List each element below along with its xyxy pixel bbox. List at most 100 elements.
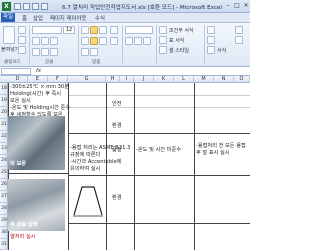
- format-label[interactable]: 서식: [217, 47, 226, 54]
- cell-quality-note[interactable]: 후 잘 표시 실시: [196, 150, 230, 157]
- excel-icon[interactable]: X: [2, 2, 11, 11]
- column-header[interactable]: O: [234, 76, 250, 83]
- conditional-format-icon[interactable]: [159, 26, 167, 34]
- category-environment[interactable]: 환경: [112, 195, 122, 202]
- row-header[interactable]: 27: [0, 191, 8, 203]
- row-header[interactable]: 18: [0, 83, 8, 95]
- autosum-icon[interactable]: [235, 26, 243, 34]
- font-name-select[interactable]: [32, 26, 62, 34]
- align-right-icon[interactable]: [99, 37, 107, 45]
- quick-access-dropdown-icon[interactable]: [41, 3, 48, 10]
- tab-insert[interactable]: 삽입: [33, 14, 43, 22]
- alignment-group-label: 맞춤: [92, 60, 101, 65]
- bold-icon[interactable]: [32, 37, 40, 45]
- column-header[interactable]: H: [106, 76, 120, 83]
- minimize-button[interactable]: –: [224, 2, 232, 10]
- cell-quality-note[interactable]: -온도 및 시간 미준수: [136, 147, 181, 154]
- row-header[interactable]: 24: [0, 155, 8, 167]
- cell-quality-note[interactable]: -용접처리 전 모든 용접: [196, 143, 246, 150]
- column-header[interactable]: G: [68, 76, 106, 83]
- indent-increase-icon[interactable]: [90, 48, 98, 56]
- row-header[interactable]: 21: [0, 119, 8, 131]
- save-icon[interactable]: [14, 3, 21, 10]
- wrap-text-icon[interactable]: [110, 26, 118, 34]
- number-format-select[interactable]: [125, 26, 153, 34]
- cell-instruction[interactable]: 유의하여 실시: [70, 166, 100, 173]
- column-header[interactable]: I: [120, 76, 134, 83]
- merge-center-icon[interactable]: [110, 37, 118, 45]
- currency-icon[interactable]: [125, 37, 133, 45]
- sort-filter-icon[interactable]: [235, 36, 243, 44]
- font-size-select[interactable]: 12: [63, 26, 75, 34]
- column-header[interactable]: N: [214, 76, 234, 83]
- format-cells-icon[interactable]: [207, 46, 215, 54]
- italic-icon[interactable]: [41, 37, 49, 45]
- font-color-icon[interactable]: [50, 48, 58, 56]
- fill-color-icon[interactable]: [41, 48, 49, 56]
- table-format-label[interactable]: 표 서식: [169, 37, 184, 44]
- align-bottom-icon[interactable]: [99, 26, 107, 34]
- cell-instruction[interactable]: 보온 실시: [10, 98, 31, 105]
- column-header[interactable]: L: [174, 76, 194, 83]
- name-box[interactable]: [1, 68, 31, 75]
- indent-decrease-icon[interactable]: [81, 48, 89, 56]
- row-header[interactable]: 30: [0, 227, 8, 239]
- align-top-icon[interactable]: [81, 26, 89, 34]
- category-environment[interactable]: 환경: [112, 123, 122, 130]
- tab-formulas[interactable]: 수식: [95, 14, 105, 22]
- maximize-button[interactable]: □: [233, 2, 241, 10]
- tab-page-layout[interactable]: 페이지 레이아웃: [50, 14, 86, 22]
- column-header[interactable]: F: [48, 76, 68, 83]
- copy-icon[interactable]: [18, 36, 26, 44]
- cell-instruction[interactable]: 규정에 따른다: [70, 152, 100, 159]
- table-border: [106, 83, 107, 250]
- group-separator: [29, 25, 30, 64]
- close-button[interactable]: ×: [242, 2, 250, 10]
- align-center-icon[interactable]: [90, 37, 98, 45]
- row-header[interactable]: 31: [0, 239, 8, 250]
- column-header[interactable]: E: [28, 76, 48, 83]
- cell-style-label[interactable]: 셀 스타일: [169, 47, 189, 54]
- row-header[interactable]: 23: [0, 143, 8, 155]
- row-headers: 18 19 20 21 22 23 24 25 26 27 28 29 30 3…: [0, 83, 8, 250]
- row-header[interactable]: 28: [0, 203, 8, 215]
- paste-button[interactable]: [3, 26, 15, 44]
- column-header[interactable]: J: [134, 76, 154, 83]
- delete-cells-icon[interactable]: [207, 36, 215, 44]
- undo-icon[interactable]: [23, 3, 30, 10]
- row-header[interactable]: 22: [0, 131, 8, 143]
- underline-icon[interactable]: [50, 37, 58, 45]
- cell-style-icon[interactable]: [159, 46, 167, 54]
- row-header[interactable]: 26: [0, 179, 8, 191]
- percent-icon[interactable]: [134, 37, 142, 45]
- column-header[interactable]: D: [8, 76, 28, 83]
- cell-instruction[interactable]: -온도 및 Holding시간 준수: [10, 105, 70, 112]
- column-header[interactable]: K: [154, 76, 174, 83]
- category-safety[interactable]: 안전: [112, 101, 122, 108]
- conditional-format-label[interactable]: 조건부 서식: [169, 27, 194, 34]
- ribbon: 붙여넣기 클립보드 12 글꼴 맞춤 조건부 서식 표 서식 셀 스타일 서식: [0, 23, 250, 67]
- category-quality[interactable]: 품질: [112, 147, 122, 154]
- cell-instruction[interactable]: -300±25℃ × min 30분: [10, 84, 69, 91]
- align-left-icon[interactable]: [81, 37, 89, 45]
- align-middle-icon[interactable]: [90, 26, 98, 34]
- row-header[interactable]: 25: [0, 167, 8, 179]
- format-painter-icon[interactable]: [18, 46, 26, 54]
- tab-home[interactable]: 홈: [22, 14, 27, 22]
- comma-icon[interactable]: [143, 37, 151, 45]
- clipboard-group-label: 클립보드: [4, 60, 21, 65]
- row-header[interactable]: 20: [0, 107, 8, 119]
- redo-icon[interactable]: [32, 3, 39, 10]
- cell-instruction[interactable]: -시간과 Accenteble에: [70, 159, 121, 166]
- table-format-icon[interactable]: [159, 36, 167, 44]
- cell-instruction[interactable]: Holding(시간) 후 즉시: [10, 91, 61, 98]
- row-header[interactable]: 19: [0, 95, 8, 107]
- cut-icon[interactable]: [18, 26, 26, 34]
- tab-file[interactable]: 파일: [1, 13, 15, 22]
- row-header[interactable]: 29: [0, 215, 8, 227]
- borders-icon[interactable]: [32, 48, 40, 56]
- insert-cells-icon[interactable]: [207, 26, 215, 34]
- column-header[interactable]: M: [194, 76, 214, 83]
- worksheet-grid[interactable]: -300±25℃ × min 30분 Holding(시간) 후 즉시 보온 실…: [8, 83, 250, 250]
- fx-icon[interactable]: fx: [36, 68, 41, 74]
